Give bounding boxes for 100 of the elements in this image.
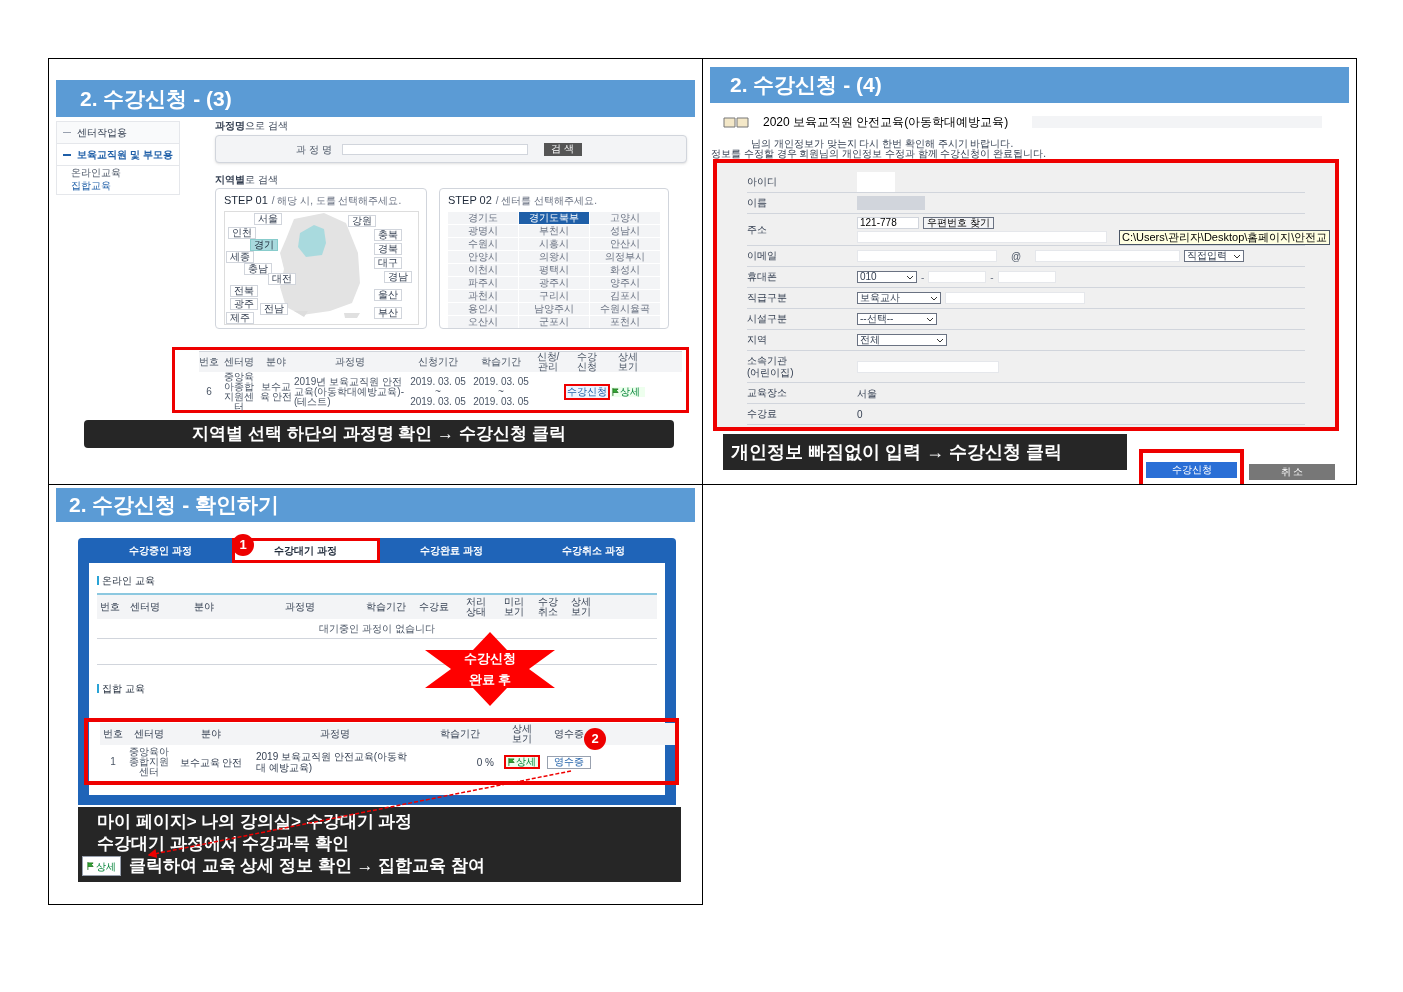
- select-field[interactable]: 010: [857, 271, 917, 283]
- center-option[interactable]: 평택시: [519, 263, 589, 276]
- notice-text: 님의 개인정보가 맞는지 다시 한번 확인해 주시기 바랍니다.: [751, 139, 1014, 149]
- detail-button[interactable]: 상세: [611, 387, 645, 397]
- region-label[interactable]: 전남: [260, 302, 288, 315]
- center-option[interactable]: 광주시: [519, 276, 589, 289]
- table-cell-text: 0 %: [475, 755, 495, 770]
- step-hint: / 해당 시, 도를 선택해주세요.: [271, 194, 402, 208]
- tab[interactable]: 수강완료 과정: [380, 538, 523, 563]
- field-label: 아이디: [747, 176, 778, 188]
- center-option[interactable]: 성남시: [590, 224, 660, 237]
- center-option[interactable]: 경기도북부: [519, 211, 589, 224]
- center-option[interactable]: 수원시: [448, 237, 518, 250]
- center-option[interactable]: 부천시: [519, 224, 589, 237]
- step-title: STEP 02: [448, 193, 492, 208]
- column-header: 분야: [265, 357, 287, 367]
- burst-text: 수강신청 완료 후: [463, 650, 517, 689]
- center-option[interactable]: 용인시: [448, 302, 518, 315]
- input-field[interactable]: [945, 292, 1085, 304]
- region-label[interactable]: 충남: [244, 262, 272, 275]
- center-option[interactable]: 오산시: [448, 315, 518, 328]
- region-label[interactable]: 경기: [250, 238, 278, 251]
- field-label: 주소: [747, 223, 768, 236]
- center-option[interactable]: 구리시: [519, 289, 589, 302]
- column-header: 학습기간: [439, 729, 481, 739]
- detail-button[interactable]: 상세: [82, 856, 121, 876]
- column-header: 번호: [102, 729, 124, 739]
- column-header: 센터명: [129, 602, 161, 612]
- center-option[interactable]: 광명시: [448, 224, 518, 237]
- column-header: 신청기간: [417, 357, 459, 367]
- column-header: 과정명: [284, 602, 316, 612]
- table-cell-text: 보수교육 안전: [178, 755, 244, 770]
- step-title: STEP 01: [224, 193, 268, 208]
- input-field[interactable]: [1035, 250, 1181, 262]
- caret-icon: [1233, 253, 1242, 259]
- center-option[interactable]: 안양시: [448, 250, 518, 263]
- center-option[interactable]: 화성시: [590, 263, 660, 276]
- select-field[interactable]: 보육교사: [857, 292, 941, 304]
- zipcode-button[interactable]: 우편번호 찾기: [923, 216, 994, 229]
- select-field[interactable]: 직접입력: [1184, 250, 1245, 262]
- center-option[interactable]: 김포시: [590, 289, 660, 302]
- sidebar-subitem[interactable]: 온라인교육: [57, 166, 179, 179]
- sidebar-item[interactable]: 보육교직원 및 부모용: [57, 144, 179, 166]
- column-header: 과정명: [334, 357, 366, 367]
- select-field[interactable]: --선택--: [857, 313, 937, 325]
- region-label[interactable]: 부산: [374, 306, 402, 319]
- center-option[interactable]: 고양시: [590, 211, 660, 224]
- tooltip: C:\Users\관리자\Desktop\홈페이지\안전교: [1119, 230, 1331, 245]
- input-field[interactable]: [928, 271, 987, 283]
- notice-text: 정보를 수정할 경우 회원님의 개인정보 수정과 함께 수강신청이 완료됩니다.: [711, 149, 1047, 159]
- region-label[interactable]: 강원: [348, 214, 376, 227]
- input-field[interactable]: [997, 271, 1056, 283]
- center-option[interactable]: 남양주시: [519, 302, 589, 315]
- search-button[interactable]: 검 색: [543, 142, 582, 156]
- apply-button[interactable]: 수강신청: [564, 384, 610, 400]
- region-label[interactable]: 제주: [226, 311, 254, 324]
- center-option[interactable]: 의왕시: [519, 250, 589, 263]
- center-option[interactable]: 과천시: [448, 289, 518, 302]
- region-label[interactable]: 대전: [268, 272, 296, 285]
- sidebar-item[interactable]: 센터작업용: [57, 122, 179, 144]
- center-option[interactable]: 양주시: [590, 276, 660, 289]
- center-option[interactable]: 경기도: [448, 211, 518, 224]
- section-header: 2. 수강신청 - 확인하기: [56, 488, 695, 522]
- region-label[interactable]: 경북: [374, 242, 402, 255]
- apply-button[interactable]: 수강신청: [1146, 462, 1237, 478]
- region-label[interactable]: 경남: [384, 270, 412, 283]
- region-label[interactable]: 전북: [230, 284, 258, 297]
- center-option[interactable]: 이천시: [448, 263, 518, 276]
- input-field[interactable]: [857, 230, 1107, 243]
- input-field[interactable]: [857, 360, 999, 373]
- search-field[interactable]: [341, 143, 528, 155]
- region-label[interactable]: 서울: [254, 212, 282, 225]
- center-option[interactable]: 군포시: [519, 315, 589, 328]
- region-label[interactable]: 세종: [226, 250, 254, 263]
- center-option[interactable]: 수원시율곡: [590, 302, 660, 315]
- cancel-button[interactable]: 취 소: [1249, 464, 1335, 480]
- center-option[interactable]: 포천시: [590, 315, 660, 328]
- tab[interactable]: 수강중인 과정: [89, 538, 232, 563]
- column-header: 신청/ 관리: [535, 352, 561, 372]
- tab[interactable]: 수강취소 과정: [522, 538, 665, 563]
- input-field[interactable]: 121-778: [857, 216, 919, 229]
- center-option[interactable]: 시흥시: [519, 237, 589, 250]
- region-label[interactable]: 대구: [374, 256, 402, 269]
- center-option[interactable]: 의정부시: [590, 250, 660, 263]
- table-cell-text: 2019년 보육교직원 안전교육(아동학대예방교육)- (테스트): [294, 377, 405, 407]
- select-field[interactable]: 전체: [857, 334, 947, 346]
- center-option[interactable]: 파주시: [448, 276, 518, 289]
- region-label[interactable]: 울산: [374, 288, 402, 301]
- region-label[interactable]: 광주: [230, 297, 258, 310]
- sidebar-subitem[interactable]: 집합교육: [57, 179, 179, 192]
- detail-button[interactable]: 상세: [504, 755, 540, 769]
- column-header: 수강 신청: [576, 352, 598, 372]
- center-option[interactable]: 안산시: [590, 237, 660, 250]
- column-header: 영수증: [553, 729, 585, 739]
- region-label[interactable]: 충북: [374, 228, 402, 241]
- caret-icon: [926, 316, 934, 322]
- caret-icon: [906, 274, 914, 280]
- input-field[interactable]: [857, 250, 997, 262]
- region-label[interactable]: 인천: [228, 226, 256, 239]
- input-field[interactable]: [857, 172, 895, 192]
